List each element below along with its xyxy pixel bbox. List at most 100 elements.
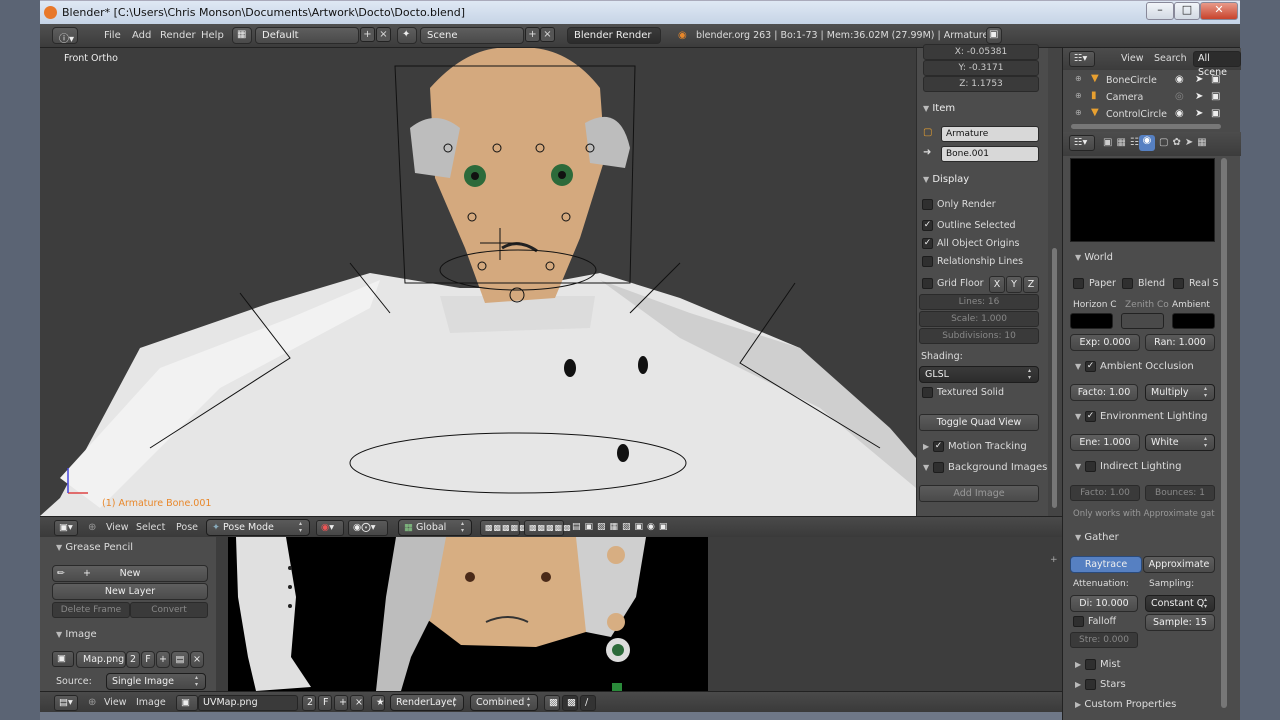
cursor-z-field[interactable]: Z: 1.1753 <box>923 76 1039 92</box>
editor-type-button[interactable]: ⓘ▾ <box>52 27 78 45</box>
visibility-eye-icon[interactable]: ◉ <box>1175 74 1184 85</box>
region-expand-icon[interactable]: + <box>1050 555 1060 565</box>
layers-row-2[interactable]: ▩▩▩▩▩ <box>524 520 571 536</box>
uv-image-fake-user[interactable]: F <box>318 695 332 711</box>
add-layout-icon[interactable]: + <box>360 27 375 42</box>
uv-editor-icon[interactable]: ▤▾ <box>54 695 78 711</box>
outliner-row[interactable]: ⊕ ▼ BoneCircle ◉ ➤ ▣ <box>1063 72 1229 89</box>
scrollbar-thumb[interactable] <box>1052 248 1057 508</box>
ambient-occlusion-checkbox[interactable]: ✓ <box>1085 361 1096 372</box>
outliner-row[interactable]: ⊕ ▮ Camera ◎ ➤ ▣ <box>1063 89 1229 106</box>
world-panel-header[interactable]: ▼ World <box>1075 252 1113 263</box>
3d-viewport[interactable]: Front Ortho (1) Armature Bone.001 <box>40 48 916 516</box>
pivot-select[interactable]: ◉⨀▾ <box>348 520 388 536</box>
expand-icon[interactable]: ⊕ <box>1075 108 1082 117</box>
menu-render[interactable]: Render <box>160 30 196 41</box>
screenshot-icon[interactable]: ▣ <box>986 27 1002 44</box>
exposure-field[interactable]: Exp: 0.000 <box>1070 334 1140 351</box>
render-layer-select[interactable]: RenderLayer <box>390 694 464 711</box>
pin-icon[interactable]: ★ <box>371 695 385 711</box>
add-image-button[interactable]: Add Image <box>919 485 1039 502</box>
background-images-checkbox[interactable] <box>933 462 944 473</box>
properties-editor-icon[interactable]: ☷▾ <box>1069 135 1095 151</box>
image-fake-user-button[interactable]: F <box>141 651 155 668</box>
ao-factor-field[interactable]: Facto: 1.00 <box>1070 384 1138 401</box>
uv-image-name-field[interactable]: UVMap.png <box>198 695 298 711</box>
background-images-header[interactable]: ▼ <box>923 462 929 473</box>
falloff-checkbox[interactable] <box>1073 616 1084 627</box>
header-collapse-icon[interactable]: ⊕ <box>88 522 96 533</box>
real-sky-checkbox[interactable] <box>1173 278 1184 289</box>
cursor-y-field[interactable]: Y: -0.3171 <box>923 60 1039 76</box>
environment-lighting-header[interactable]: ▼ <box>1075 411 1081 422</box>
motion-tracking-checkbox[interactable]: ✓ <box>933 441 944 452</box>
item-panel-header[interactable]: ▼ Item <box>923 103 955 114</box>
display-alpha-icon[interactable]: ▩ <box>544 695 560 711</box>
uv-image-editor[interactable]: + <box>216 537 1062 691</box>
pose-tools-icons[interactable]: ▤▣▨▦▧▣◉▣ <box>568 520 698 536</box>
expand-icon[interactable]: ⊕ <box>1075 74 1082 83</box>
raytrace-button[interactable]: Raytrace <box>1070 556 1142 573</box>
uv-image-unlink-icon[interactable]: × <box>350 695 364 711</box>
indirect-lighting-checkbox[interactable] <box>1085 461 1096 472</box>
uv-image-browse-icon[interactable]: ▣ <box>176 695 198 711</box>
header-collapse-icon[interactable]: ⊕ <box>88 697 96 708</box>
image-panel-header[interactable]: ▼ Image <box>56 629 97 640</box>
layout-icon[interactable]: ▦ <box>232 27 252 44</box>
gather-header[interactable]: ▼ Gather <box>1075 532 1119 543</box>
ambient-color-swatch[interactable] <box>1172 313 1215 329</box>
outliner-editor-icon[interactable]: ☷▾ <box>1069 51 1095 67</box>
ambient-occlusion-header[interactable]: ▼ <box>1075 361 1081 372</box>
range-field[interactable]: Ran: 1.000 <box>1145 334 1215 351</box>
more-tabs-icon[interactable]: ▢✿➤▦ <box>1159 137 1211 148</box>
environment-lighting-checkbox[interactable]: ✓ <box>1085 411 1096 422</box>
image-users-count[interactable]: 2 <box>126 651 140 668</box>
cursor-x-field[interactable]: X: -0.05381 <box>923 44 1039 60</box>
menu-help[interactable]: Help <box>201 30 224 41</box>
remove-layout-icon[interactable]: × <box>376 27 391 42</box>
uv-menu-image[interactable]: Image <box>136 697 166 708</box>
strength-field[interactable]: Stre: 0.000 <box>1070 632 1138 648</box>
indirect-lighting-header[interactable]: ▼ <box>1075 461 1081 472</box>
image-open-icon[interactable]: ▤ <box>171 651 189 668</box>
grid-scale-field[interactable]: Scale: 1.000 <box>919 311 1039 327</box>
only-render-checkbox[interactable] <box>922 199 933 210</box>
layout-select[interactable]: Default <box>255 27 359 44</box>
uv-image-add-icon[interactable]: + <box>334 695 348 711</box>
context-tabs-icon[interactable]: ▣▦☷ <box>1103 137 1143 148</box>
outline-selected-checkbox[interactable]: ✓ <box>922 220 933 231</box>
paint-brush-icon[interactable]: ∕ <box>580 695 596 711</box>
close-button[interactable]: ✕ <box>1200 2 1238 20</box>
outliner-row[interactable]: ⊕ ▼ ControlCircle ◉ ➤ ▣ <box>1063 106 1229 123</box>
bone-name-field[interactable]: Bone.001 <box>941 146 1039 162</box>
image-browse-icon[interactable]: ▣ <box>52 651 74 667</box>
render-engine-select[interactable]: Blender Render <box>567 27 661 44</box>
image-add-icon[interactable]: + <box>156 651 170 668</box>
outliner-display-select[interactable]: All Scene <box>1193 51 1241 78</box>
stars-header[interactable]: ▶ <box>1075 679 1081 690</box>
scene-icon[interactable]: ✦ <box>397 27 417 44</box>
expand-icon[interactable]: ⊕ <box>1075 91 1082 100</box>
image-name-field[interactable]: Map.png <box>76 651 126 668</box>
indirect-factor-field[interactable]: Facto: 1.00 <box>1070 485 1140 501</box>
axis-z-toggle[interactable]: Z <box>1023 276 1039 293</box>
relationship-lines-checkbox[interactable] <box>922 256 933 267</box>
axis-y-toggle[interactable]: Y <box>1006 276 1022 293</box>
select-arrow-icon[interactable]: ➤ <box>1195 74 1203 85</box>
display-channels-icon[interactable]: ▩ <box>562 695 578 711</box>
grease-pencil-new-button[interactable]: ✏ + New <box>52 565 208 582</box>
grid-subdivisions-field[interactable]: Subdivisions: 10 <box>919 328 1039 344</box>
distance-field[interactable]: Di: 10.000 <box>1070 595 1138 612</box>
visibility-eye-icon[interactable]: ◉ <box>1175 108 1184 119</box>
world-tab-icon[interactable]: ◉ <box>1139 135 1155 151</box>
visibility-eye-icon[interactable]: ◎ <box>1175 91 1184 102</box>
shading-select[interactable]: GLSL <box>919 366 1039 383</box>
ao-blend-select[interactable]: Multiply <box>1145 384 1215 401</box>
custom-properties-header[interactable]: ▶ Custom Properties <box>1075 699 1176 710</box>
select-arrow-icon[interactable]: ➤ <box>1195 91 1203 102</box>
horizon-color-swatch[interactable] <box>1070 313 1113 329</box>
viewport-shading-select[interactable]: ◉▾ <box>316 520 344 536</box>
menu-view[interactable]: View <box>106 522 129 533</box>
render-pass-select[interactable]: Combined <box>470 694 538 711</box>
uv-menu-view[interactable]: View <box>104 697 127 708</box>
